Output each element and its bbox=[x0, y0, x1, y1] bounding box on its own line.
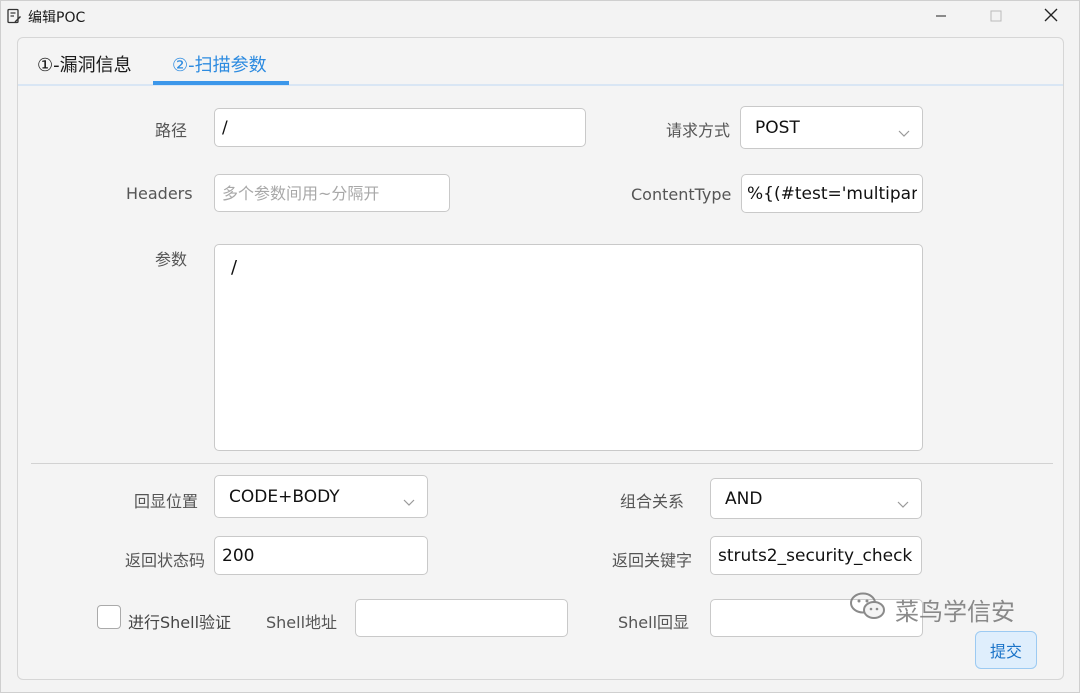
shell-addr-input[interactable] bbox=[355, 599, 568, 637]
shell-echo-label: Shell回显 bbox=[618, 613, 690, 632]
chevron-down-icon bbox=[898, 123, 910, 143]
keyword-input[interactable] bbox=[710, 536, 922, 575]
echo-position-select[interactable]: CODE+BODY bbox=[214, 475, 428, 518]
watermark: 菜鸟学信安 bbox=[849, 591, 1015, 627]
close-button[interactable] bbox=[1028, 1, 1074, 31]
combine-select[interactable]: AND bbox=[710, 478, 922, 519]
chevron-down-icon bbox=[403, 492, 415, 512]
window-title: 编辑POC bbox=[28, 10, 86, 26]
content-type-label: ContentType bbox=[631, 185, 732, 204]
active-tab-indicator bbox=[153, 81, 289, 85]
edit-poc-window: 编辑POC ①-漏洞信息 ②-扫描参数 路径 请求方式 POST Headers… bbox=[0, 0, 1080, 693]
minimize-button[interactable] bbox=[918, 1, 964, 31]
status-code-input[interactable] bbox=[214, 536, 428, 575]
combine-value: AND bbox=[725, 488, 763, 509]
path-label: 路径 bbox=[155, 121, 188, 140]
maximize-icon bbox=[990, 7, 1002, 26]
shell-addr-label: Shell地址 bbox=[266, 613, 338, 632]
path-input[interactable] bbox=[214, 108, 586, 147]
method-label: 请求方式 bbox=[666, 121, 731, 140]
minimize-icon bbox=[935, 7, 947, 26]
divider bbox=[31, 463, 1053, 464]
chevron-down-icon bbox=[897, 494, 909, 514]
headers-input[interactable] bbox=[214, 174, 450, 212]
echo-position-label: 回显位置 bbox=[134, 492, 199, 511]
tab-scan-params[interactable]: ②-扫描参数 bbox=[172, 51, 267, 77]
wechat-icon bbox=[849, 591, 895, 627]
submit-button[interactable]: 提交 bbox=[975, 631, 1037, 669]
document-edit-icon bbox=[6, 8, 22, 24]
method-select[interactable]: POST bbox=[740, 106, 923, 149]
content-panel: ①-漏洞信息 ②-扫描参数 路径 请求方式 POST Headers Conte… bbox=[17, 37, 1064, 680]
close-icon bbox=[1044, 7, 1058, 26]
shell-verify-checkbox[interactable] bbox=[97, 605, 121, 629]
params-label: 参数 bbox=[155, 250, 188, 269]
headers-label: Headers bbox=[126, 184, 193, 203]
keyword-label: 返回关键字 bbox=[612, 551, 693, 570]
tab-vuln-info[interactable]: ①-漏洞信息 bbox=[37, 51, 132, 77]
method-value: POST bbox=[755, 117, 800, 138]
title-bar: 编辑POC bbox=[1, 1, 1079, 31]
watermark-text: 菜鸟学信安 bbox=[895, 597, 1015, 626]
params-textarea[interactable]: / bbox=[214, 244, 923, 451]
echo-position-value: CODE+BODY bbox=[229, 486, 340, 507]
tab-bar: ①-漏洞信息 ②-扫描参数 bbox=[18, 38, 1063, 86]
combine-label: 组合关系 bbox=[620, 492, 685, 511]
shell-verify-label: 进行Shell验证 bbox=[128, 613, 232, 632]
maximize-button[interactable] bbox=[973, 1, 1019, 31]
content-type-input[interactable] bbox=[741, 174, 923, 213]
status-code-label: 返回状态码 bbox=[125, 551, 206, 570]
